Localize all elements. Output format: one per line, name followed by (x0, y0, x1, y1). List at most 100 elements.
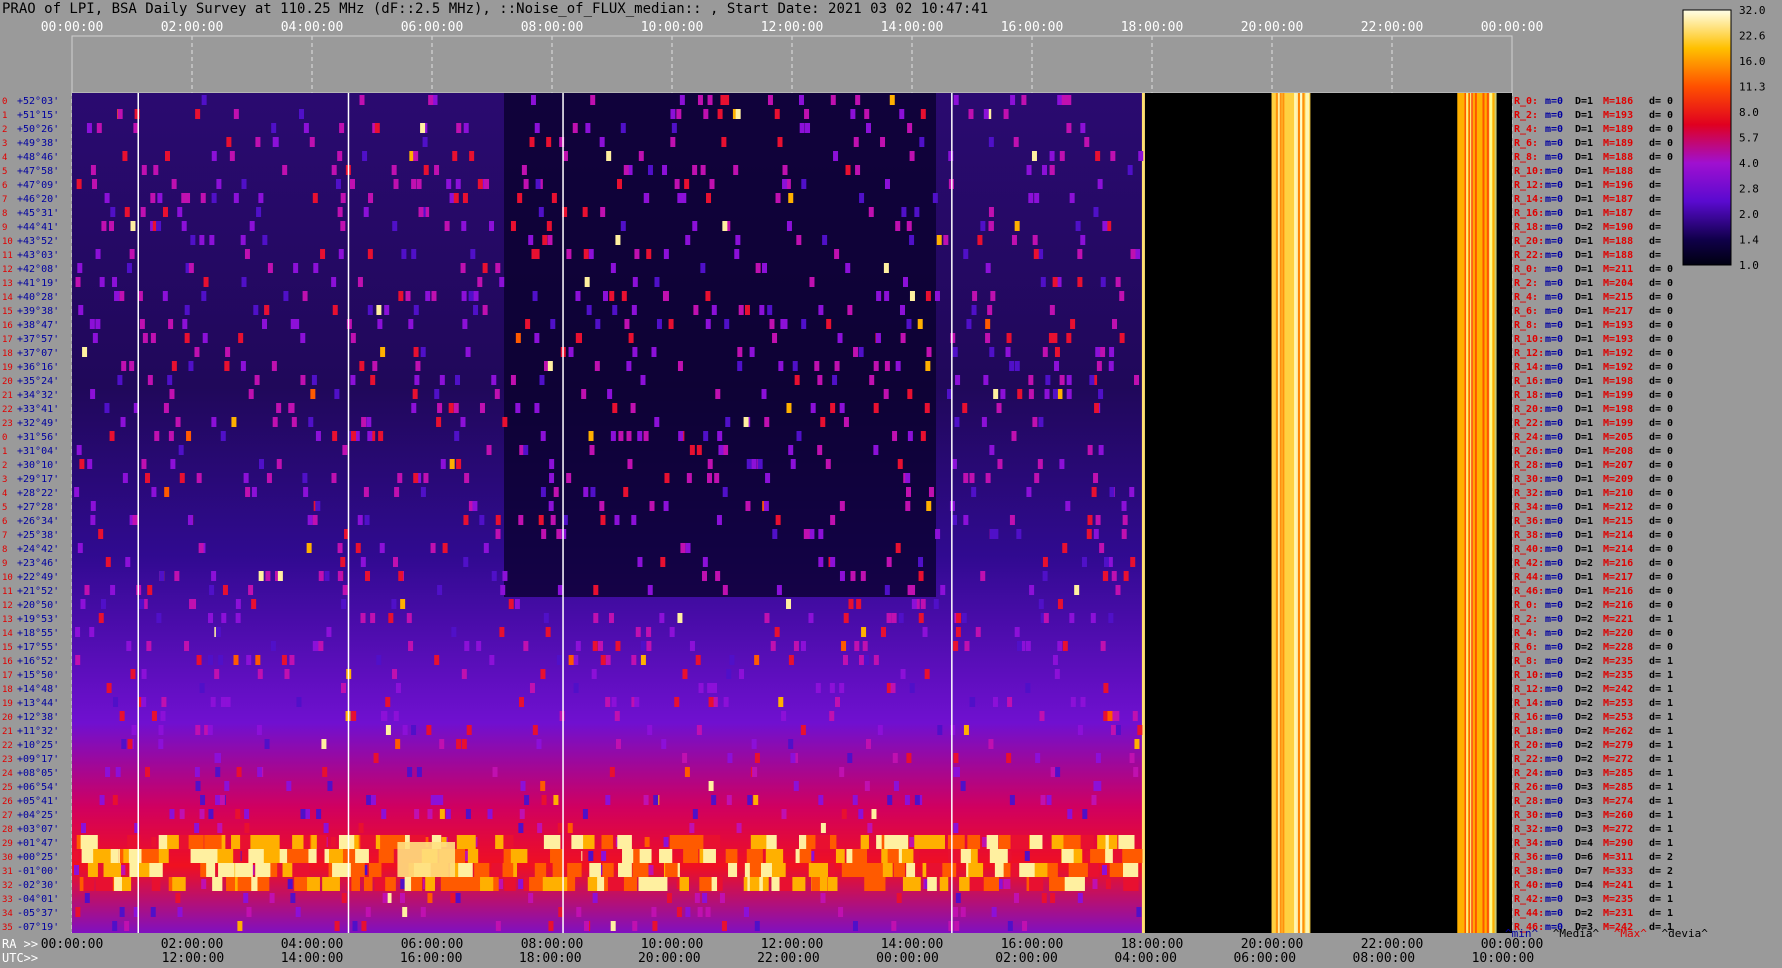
heat-cell (634, 697, 640, 707)
heat-cell (207, 725, 213, 735)
beam-stat-label: m=0 (1545, 530, 1563, 541)
heat-cell (1009, 361, 1015, 371)
heat-cell (886, 557, 892, 567)
heat-cell (463, 123, 469, 133)
heat-cell (1130, 557, 1136, 567)
heat-cell (918, 557, 924, 567)
heat-cell (867, 823, 873, 833)
heat-cell (968, 863, 984, 877)
heat-cell (502, 571, 508, 581)
heat-cell (486, 445, 492, 455)
heat-cell (735, 109, 741, 119)
beam-stat-label: d= 1 (1649, 698, 1673, 709)
heat-cell (200, 795, 206, 805)
heat-cell (964, 641, 970, 651)
beam-stat-label: d= 2 (1649, 852, 1673, 863)
beam-stat-label: R_10: (1514, 166, 1544, 177)
heat-cell (233, 655, 239, 665)
beam-stat-label: m=0 (1545, 852, 1563, 863)
heat-cell (592, 641, 598, 651)
colorbar-tick: 2.8 (1739, 183, 1759, 196)
heat-cell (590, 487, 596, 497)
heat-cell (1115, 585, 1121, 595)
beam-stat-label: R_0: (1514, 264, 1538, 275)
heat-cell (778, 697, 784, 707)
heat-cell (985, 473, 991, 483)
heat-cell (922, 627, 928, 637)
heat-cell (1103, 557, 1109, 567)
heat-cell (406, 613, 412, 623)
beam-stat-label: D=1 (1575, 586, 1593, 597)
heat-cell (1084, 137, 1090, 147)
band-stripe (1482, 93, 1485, 933)
declination-label: +37°57' (17, 334, 59, 345)
heat-cell (442, 543, 448, 553)
heat-cell (689, 445, 695, 455)
heat-cell (985, 319, 991, 329)
heat-cell (925, 361, 931, 371)
heat-cell (235, 599, 241, 609)
heat-cell (883, 389, 889, 399)
heat-cell (676, 907, 682, 917)
heat-cell (623, 877, 637, 891)
heat-cell (262, 835, 280, 849)
beam-stat-label: M=235 (1603, 670, 1633, 681)
beam-number: 16 (2, 657, 13, 667)
heat-cell (706, 473, 712, 483)
colorbar-gradient (1682, 9, 1732, 266)
heat-cell (692, 809, 698, 819)
heat-cell (126, 263, 132, 273)
heat-cell (820, 893, 826, 903)
heat-cell (770, 641, 776, 651)
heat-cell (548, 921, 554, 931)
declination-label: +34°32' (17, 390, 59, 401)
ra-tick-label: 12:00:00 (761, 937, 824, 952)
heat-cell (858, 347, 864, 357)
beam-stat-label: m=0 (1545, 684, 1563, 695)
beam-stat-label: D=1 (1575, 292, 1593, 303)
heat-cell (1077, 893, 1083, 903)
heat-cell (883, 263, 889, 273)
declination-label: +21°52' (17, 586, 59, 597)
heat-cell (318, 571, 324, 581)
heat-cell (1121, 529, 1127, 539)
heat-cell (105, 767, 111, 777)
heat-cell (961, 613, 967, 623)
heat-cell (220, 697, 226, 707)
heat-cell (623, 487, 629, 497)
heat-cell (288, 403, 294, 413)
beam-number: 3 (2, 139, 7, 149)
band-stripe (1282, 93, 1285, 933)
beam-stat-label: R_12: (1514, 684, 1544, 695)
heat-cell (145, 473, 151, 483)
beam-number: 0 (2, 97, 7, 107)
heat-cell (1123, 571, 1129, 581)
heat-cell (525, 319, 531, 329)
heat-cell (93, 849, 111, 863)
heat-cell (990, 291, 996, 301)
beam-number: 35 (2, 923, 13, 933)
beam-stat-label: d= 0 (1649, 264, 1673, 275)
heat-cell (549, 877, 568, 891)
heat-cell (206, 863, 216, 877)
heat-cell (612, 403, 618, 413)
heat-cell (953, 95, 959, 105)
heat-cell (308, 417, 314, 427)
heat-cell (935, 529, 941, 539)
heat-cell (466, 725, 472, 735)
heat-cell (975, 627, 981, 637)
heat-cell (1088, 863, 1099, 877)
beam-stat-label: D=2 (1575, 726, 1593, 737)
heat-cell (586, 305, 592, 315)
heat-cell (909, 837, 915, 847)
heat-cell (254, 375, 260, 385)
beam-stat-label: d= 0 (1649, 152, 1673, 163)
heat-cell (95, 249, 101, 259)
beam-stat-label: R_26: (1514, 782, 1544, 793)
heat-cell (782, 165, 788, 175)
heat-cell (609, 291, 615, 301)
beam-stat-label: R_2: (1514, 278, 1538, 289)
beam-number: 2 (2, 461, 7, 471)
heat-cell (546, 221, 552, 231)
beam-stat-label: R_20: (1514, 740, 1544, 751)
